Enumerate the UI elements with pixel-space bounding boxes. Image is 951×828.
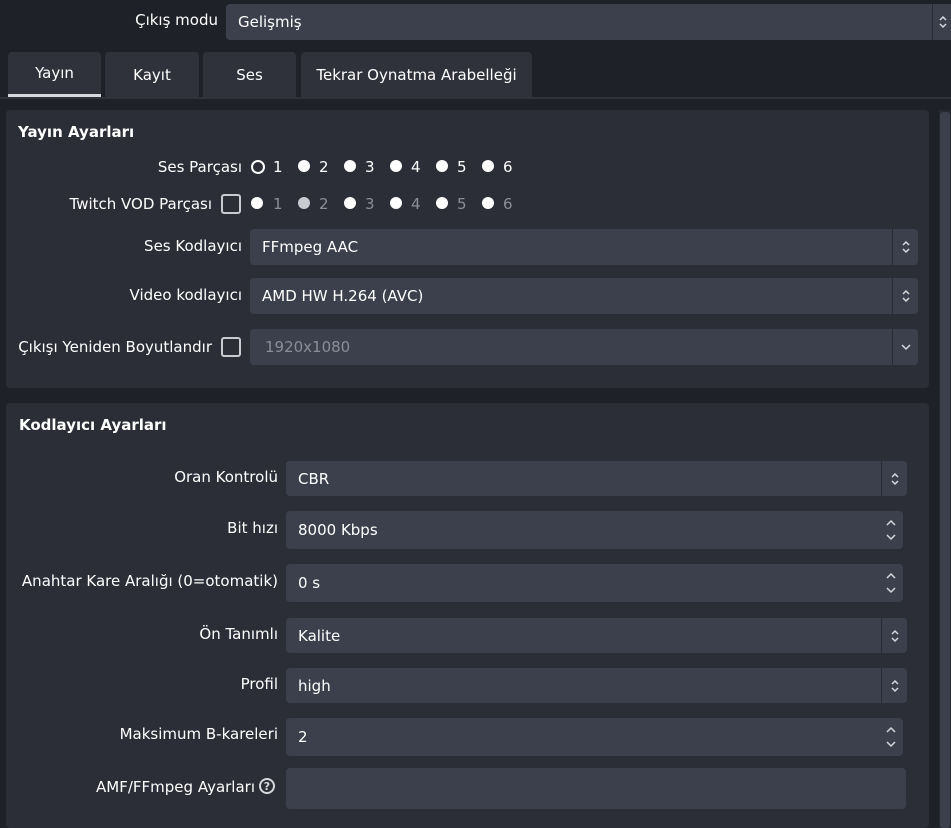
bitrate-spinbox[interactable]: 8000 Kbps: [286, 511, 903, 549]
twitch-vod-radio-4[interactable]: [390, 197, 402, 209]
audio-track-option-1: 1: [273, 158, 283, 176]
keyframe-spinbox[interactable]: 0 s: [286, 564, 903, 602]
profile-value: high: [298, 676, 331, 695]
stepper-arrows-icon: [886, 519, 896, 541]
rescale-resolution-value: 1920x1080: [265, 338, 351, 356]
twitch-vod-option-6: 6: [503, 195, 513, 213]
keyframe-stepper[interactable]: [883, 564, 899, 602]
tab-replay-buffer[interactable]: Tekrar Oynatma Arabelleği: [301, 52, 532, 97]
audio-track-option-6: 6: [503, 158, 513, 176]
rate-control-label: Oran Kontrolü: [174, 468, 278, 486]
twitch-vod-option-3: 3: [365, 195, 375, 213]
max-bframes-spinbox[interactable]: 2: [286, 718, 903, 756]
audio-encoder-value: FFmpeg AAC: [262, 238, 359, 256]
video-encoder-chevron[interactable]: [892, 278, 918, 314]
stepper-arrows-icon: [886, 572, 896, 594]
preset-chevron[interactable]: [881, 618, 907, 653]
tab-divider: [0, 97, 951, 99]
amf-options-label: AMF/FFmpeg Ayarları: [96, 778, 255, 796]
tab-recording-label: Kayıt: [133, 65, 171, 84]
output-mode-value: Gelişmiş: [238, 13, 302, 31]
output-mode-spinner[interactable]: [932, 4, 951, 40]
rescale-checkbox[interactable]: [221, 337, 241, 357]
audio-track-radio-1[interactable]: [251, 160, 265, 174]
twitch-vod-option-5: 5: [457, 195, 467, 213]
keyframe-value: 0 s: [298, 574, 321, 592]
bitrate-label: Bit hızı: [227, 519, 278, 537]
preset-label: Ön Tanımlı: [199, 625, 278, 643]
audio-track-option-4: 4: [411, 158, 421, 176]
twitch-vod-label: Twitch VOD Parçası: [69, 195, 212, 213]
audio-encoder-label: Ses Kodlayıcı: [144, 237, 242, 255]
audio-encoder-chevron[interactable]: [892, 229, 918, 265]
audio-track-option-5: 5: [457, 158, 467, 176]
rescale-label: Çıkışı Yeniden Boyutlandır: [18, 338, 212, 356]
twitch-vod-checkbox[interactable]: [221, 194, 241, 214]
rate-control-chevron[interactable]: [881, 461, 907, 496]
twitch-vod-option-2: 2: [319, 195, 329, 213]
tab-stream-label: Yayın: [35, 64, 74, 82]
help-icon[interactable]: ?: [259, 778, 275, 794]
audio-track-radio-2[interactable]: [298, 160, 310, 172]
tab-audio-label: Ses: [236, 65, 263, 84]
stepper-arrows-icon: [886, 726, 896, 748]
audio-encoder-select[interactable]: FFmpeg AAC: [250, 229, 918, 265]
up-down-chevron-icon: [890, 679, 899, 692]
preset-select[interactable]: Kalite: [286, 618, 907, 653]
audio-track-radio-5[interactable]: [436, 160, 448, 172]
max-bframes-stepper[interactable]: [883, 718, 899, 756]
twitch-vod-option-4: 4: [411, 195, 421, 213]
rescale-dropdown-arrow[interactable]: [892, 329, 918, 365]
tab-recording[interactable]: Kayıt: [105, 52, 199, 97]
profile-select[interactable]: high: [286, 668, 907, 703]
stream-settings-title: Yayın Ayarları: [18, 123, 135, 141]
tab-replay-buffer-label: Tekrar Oynatma Arabelleği: [316, 65, 517, 84]
max-bframes-value: 2: [298, 728, 308, 746]
rescale-resolution-combo[interactable]: 1920x1080: [250, 329, 918, 365]
tab-audio[interactable]: Ses: [203, 52, 296, 97]
output-mode-select[interactable]: Gelişmiş: [226, 4, 938, 40]
video-encoder-value: AMD HW H.264 (AVC): [262, 287, 424, 305]
twitch-vod-radio-5[interactable]: [436, 197, 448, 209]
profile-label: Profil: [240, 675, 278, 693]
twitch-vod-radio-2[interactable]: [298, 197, 310, 209]
video-encoder-select[interactable]: AMD HW H.264 (AVC): [250, 278, 918, 314]
audio-track-label: Ses Parçası: [157, 158, 242, 176]
up-down-chevron-icon: [938, 15, 947, 29]
bitrate-value: 8000 Kbps: [298, 521, 378, 539]
rate-control-select[interactable]: CBR: [286, 461, 907, 496]
bitrate-stepper[interactable]: [883, 511, 899, 549]
up-down-chevron-icon: [890, 629, 899, 642]
up-down-chevron-icon: [890, 472, 899, 485]
video-encoder-label: Video kodlayıcı: [129, 286, 242, 304]
encoder-settings-title: Kodlayıcı Ayarları: [19, 416, 167, 434]
rate-control-value: CBR: [298, 469, 330, 488]
twitch-vod-option-1: 1: [273, 195, 283, 213]
audio-track-radio-3[interactable]: [344, 160, 356, 172]
chevron-down-icon: [900, 344, 911, 351]
keyframe-label: Anahtar Kare Aralığı (0=otomatik): [21, 572, 278, 590]
max-bframes-label: Maksimum B-kareleri: [119, 725, 278, 743]
twitch-vod-radio-3[interactable]: [344, 197, 356, 209]
preset-value: Kalite: [298, 626, 341, 645]
output-mode-label: Çıkış modu: [135, 11, 218, 29]
twitch-vod-radio-6[interactable]: [482, 197, 494, 209]
scrollbar-thumb[interactable]: [940, 112, 950, 828]
up-down-chevron-icon: [901, 240, 910, 254]
twitch-vod-radio-1[interactable]: [251, 197, 263, 209]
amf-options-input[interactable]: [286, 768, 906, 809]
profile-chevron[interactable]: [881, 668, 907, 703]
audio-track-radio-4[interactable]: [390, 160, 402, 172]
audio-track-option-3: 3: [365, 158, 375, 176]
tab-stream[interactable]: Yayın: [8, 52, 101, 97]
audio-track-option-2: 2: [319, 158, 329, 176]
up-down-chevron-icon: [901, 289, 910, 303]
audio-track-radio-6[interactable]: [482, 160, 494, 172]
